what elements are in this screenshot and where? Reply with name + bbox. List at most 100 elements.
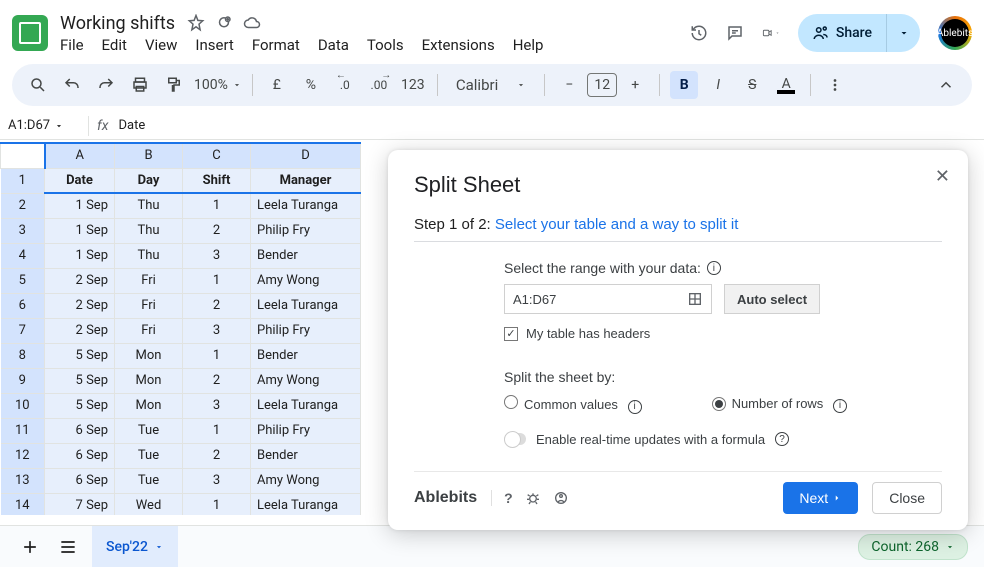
col-header[interactable]: D [251,143,361,168]
radio-number-of-rows[interactable]: Number of rows i [712,396,847,413]
close-button[interactable]: Close [872,482,942,514]
font-size-increase[interactable]: + [621,71,649,99]
collapse-toolbar-icon[interactable] [932,71,960,99]
share-caret-icon[interactable] [886,14,920,52]
cell[interactable]: 5 Sep [45,368,115,393]
col-header[interactable]: C [183,143,251,168]
headers-checkbox[interactable]: ✓ [504,327,518,341]
cell[interactable]: 1 [183,418,251,443]
cell[interactable]: Mon [115,343,183,368]
cell[interactable]: Mon [115,393,183,418]
row-header[interactable]: 13 [1,468,45,493]
sheets-logo-icon[interactable] [12,15,48,51]
paint-format-icon[interactable] [160,71,188,99]
strike-button[interactable]: S [738,71,766,99]
cell[interactable]: Thu [115,243,183,268]
bug-icon[interactable] [525,490,541,506]
cell[interactable]: 3 [183,393,251,418]
cell[interactable]: Amy Wong [251,468,361,493]
cell[interactable]: Fri [115,293,183,318]
cell[interactable]: Leela Turanga [251,293,361,318]
col-header[interactable]: A [45,143,115,168]
star-icon[interactable] [187,14,205,32]
cell[interactable]: 5 Sep [45,393,115,418]
cell[interactable]: Tue [115,443,183,468]
cell[interactable]: 3 [183,468,251,493]
cell[interactable]: 1 [183,343,251,368]
more-toolbar-icon[interactable] [821,71,849,99]
cell[interactable]: Bender [251,343,361,368]
font-size-input[interactable]: 12 [587,73,617,97]
menu-format[interactable]: Format [252,36,300,54]
cell[interactable]: Amy Wong [251,268,361,293]
row-header[interactable]: 12 [1,443,45,468]
cell[interactable]: 1 [183,493,251,515]
cell[interactable]: Philip Fry [251,218,361,243]
menu-edit[interactable]: Edit [102,36,127,54]
font-size-decrease[interactable]: − [555,71,583,99]
cell[interactable]: Bender [251,443,361,468]
cell[interactable]: Leela Turanga [251,193,361,218]
menu-file[interactable]: File [60,36,84,54]
cell[interactable]: 2 Sep [45,293,115,318]
name-box[interactable]: A1:D67 [8,118,80,133]
next-button[interactable]: Next [783,482,858,514]
row-header[interactable]: 11 [1,418,45,443]
cell[interactable]: Leela Turanga [251,393,361,418]
privacy-icon[interactable] [553,490,569,506]
info-icon[interactable]: i [833,399,847,413]
print-icon[interactable] [126,71,154,99]
cell[interactable]: Bender [251,243,361,268]
menu-help[interactable]: Help [513,36,544,54]
fx-value[interactable]: Date [118,118,145,133]
cell[interactable]: 3 [183,318,251,343]
menu-view[interactable]: View [145,36,177,54]
info-icon[interactable]: i [707,261,721,275]
menu-tools[interactable]: Tools [367,36,404,54]
cell[interactable]: Amy Wong [251,368,361,393]
cell[interactable]: Thu [115,193,183,218]
cell[interactable]: Philip Fry [251,418,361,443]
menu-extensions[interactable]: Extensions [422,36,495,54]
cell[interactable]: Mon [115,368,183,393]
undo-icon[interactable] [58,71,86,99]
range-input[interactable]: A1:D67 [504,284,712,314]
sheet-tab[interactable]: Sep'22 [92,526,178,567]
cell[interactable]: Shift [183,168,251,193]
auto-select-button[interactable]: Auto select [724,284,820,314]
cell[interactable]: 2 [183,368,251,393]
status-count[interactable]: Count: 268 [858,534,968,560]
share-button[interactable]: Share [798,14,920,52]
cell[interactable]: Fri [115,318,183,343]
row-header[interactable]: 5 [1,268,45,293]
row-header[interactable]: 3 [1,218,45,243]
redo-icon[interactable] [92,71,120,99]
percent-button[interactable]: % [297,71,325,99]
meet-icon[interactable] [762,24,780,42]
cell[interactable]: 6 Sep [45,468,115,493]
cell[interactable]: 1 [183,268,251,293]
cell[interactable]: Date [45,168,115,193]
decrease-decimal-button[interactable]: ←.0 [331,71,359,99]
row-header[interactable]: 8 [1,343,45,368]
row-header[interactable]: 2 [1,193,45,218]
row-header[interactable]: 6 [1,293,45,318]
cell[interactable]: Philip Fry [251,318,361,343]
cell[interactable]: Wed [115,493,183,515]
comments-icon[interactable] [726,24,744,42]
cell[interactable]: 6 Sep [45,443,115,468]
cell[interactable]: Tue [115,418,183,443]
info-icon[interactable]: i [628,400,642,414]
cell[interactable]: 1 Sep [45,218,115,243]
cell[interactable]: 5 Sep [45,343,115,368]
cloud-status-icon[interactable] [243,14,261,32]
close-icon[interactable]: ✕ [935,166,950,187]
col-header[interactable]: B [115,143,183,168]
cell[interactable]: 2 [183,443,251,468]
account-avatar[interactable]: Ablebits [938,16,972,50]
cell[interactable]: 1 [183,193,251,218]
italic-button[interactable]: I [704,71,732,99]
font-select[interactable]: Calibri [448,76,534,94]
document-name[interactable]: Working shifts [60,13,175,34]
cell[interactable]: 1 Sep [45,193,115,218]
